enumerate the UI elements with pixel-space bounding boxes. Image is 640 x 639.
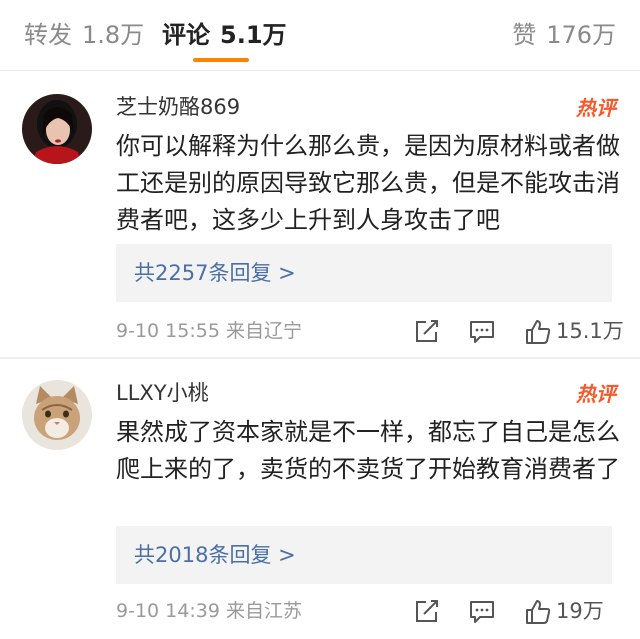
like-count: 19万 — [556, 599, 604, 623]
avatar-image — [22, 94, 92, 164]
comment-item: LLXY小桃 热评 果然成了资本家就是不一样，都忘了自己是怎么爬上来的了，卖货的… — [0, 358, 640, 639]
active-tab-indicator — [193, 58, 249, 62]
share-icon[interactable] — [412, 598, 440, 626]
comment-meta: 9-10 14:39 来自江苏 — [116, 597, 302, 625]
tab-repost-count: 1.8万 — [82, 21, 145, 49]
comment-time: 9-10 14:39 — [116, 600, 220, 622]
comment-location: 来自辽宁 — [225, 320, 302, 342]
tab-like[interactable]: 赞 176万 — [512, 18, 616, 52]
like-icon[interactable] — [524, 318, 552, 346]
tab-repost[interactable]: 转发 1.8万 — [24, 18, 144, 52]
tab-comment-label: 评论 — [162, 21, 210, 49]
like-count: 15.1万 — [556, 319, 624, 343]
avatar-image — [22, 380, 92, 450]
tab-repost-label: 转发 — [24, 21, 72, 49]
avatar[interactable] — [22, 380, 92, 450]
username[interactable]: LLXY小桃 — [116, 378, 209, 408]
comment-footer: 9-10 15:55 来自辽宁 15.1万 — [116, 314, 624, 348]
avatar[interactable] — [22, 94, 92, 164]
tab-like-label: 赞 — [512, 21, 537, 49]
comment-footer: 9-10 14:39 来自江苏 19万 — [116, 594, 620, 628]
reply-icon[interactable] — [468, 598, 496, 626]
comment-location: 来自江苏 — [225, 600, 302, 622]
comment-text: 果然成了资本家就是不一样，都忘了自己是怎么爬上来的了，卖货的不卖货了开始教育消费… — [116, 418, 620, 483]
tabs-divider — [0, 70, 640, 71]
share-icon[interactable] — [412, 318, 440, 346]
view-replies-link[interactable]: 共2257条回复 > — [134, 256, 296, 290]
comment-text: 你可以解释为什么那么贵，是因为原材料或者做工还是别的原因导致它那么贵，但是不能攻… — [116, 132, 620, 234]
replies-box[interactable]: 共2257条回复 > — [116, 244, 612, 302]
comment-tabs: 转发 1.8万 评论 5.1万 赞 176万 — [0, 0, 640, 72]
reply-icon[interactable] — [468, 318, 496, 346]
comment-item: 芝士奶酪869 热评 你可以解释为什么那么贵，是因为原材料或者做工还是别的原因导… — [0, 72, 640, 358]
hot-comment-badge: 热评 — [576, 382, 616, 406]
comment-meta: 9-10 15:55 来自辽宁 — [116, 317, 302, 345]
replies-box[interactable]: 共2018条回复 > — [116, 526, 612, 584]
like-icon[interactable] — [524, 598, 552, 626]
tab-comment-count: 5.1万 — [220, 21, 287, 49]
tab-comment[interactable]: 评论 5.1万 — [162, 18, 287, 52]
hot-comment-badge: 热评 — [576, 96, 616, 120]
comment-time: 9-10 15:55 — [116, 320, 220, 342]
view-replies-link[interactable]: 共2018条回复 > — [134, 538, 296, 572]
tab-like-count: 176万 — [546, 21, 616, 49]
username[interactable]: 芝士奶酪869 — [116, 92, 240, 122]
